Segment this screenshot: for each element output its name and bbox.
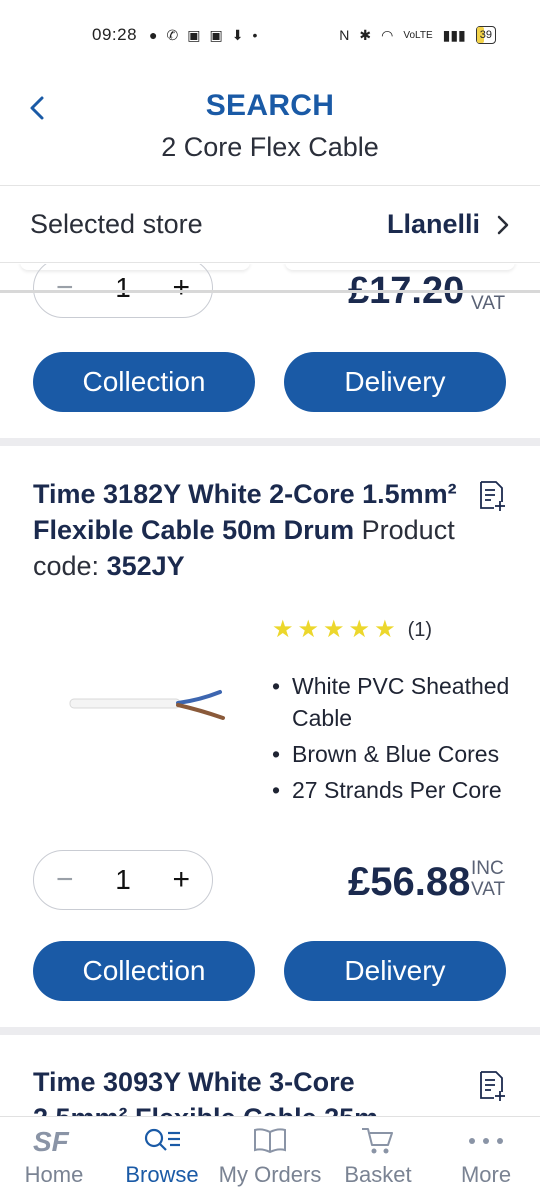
product-name: Time 3093Y White 3-Core 2.5mm² Flexible … — [33, 1067, 378, 1116]
search-results-list[interactable]: − 1 + £17.20 VAT Collection Delivery Tim… — [0, 264, 540, 1116]
quantity-value: 1 — [115, 864, 131, 895]
decrease-button[interactable]: − — [56, 271, 74, 305]
search-query: 2 Core Flex Cable — [161, 132, 379, 162]
rating-count: (1) — [407, 618, 433, 641]
app-header: SEARCH 2 Core Flex Cable — [0, 72, 540, 186]
tab-label: More — [460, 1162, 512, 1187]
status-bar: 09:28 ● ✆ ▣ ▣ ⬇ • N ✱ ◠ VoLTE ▮▮▮ 39 — [0, 0, 540, 70]
product-title[interactable]: Time 3093Y White 3-Core 2.5mm² Flexible … — [33, 1064, 453, 1116]
star-icon: ★ — [297, 616, 320, 643]
star-icon: ★ — [348, 616, 371, 643]
product-price: £56.88 — [348, 860, 471, 904]
star-icon: ★ — [323, 616, 345, 643]
tab-my-orders[interactable]: My Orders — [216, 1117, 324, 1200]
page-title: SEARCH — [205, 89, 335, 122]
product-image[interactable] — [60, 664, 240, 764]
store-label: Selected store — [30, 209, 203, 239]
rating-stars[interactable]: ★ ★ ★ ★ ★ (1) — [272, 618, 432, 642]
product-code: 352JY — [106, 551, 185, 581]
nfc-icon: N — [339, 27, 350, 43]
svg-text:SF: SF — [33, 1126, 70, 1157]
feature-item: Brown & Blue Cores — [272, 738, 522, 770]
collection-button[interactable]: Collection — [33, 941, 255, 1001]
store-name: Llanelli — [386, 209, 480, 239]
cart-icon — [362, 1128, 393, 1154]
tab-label: Browse — [125, 1162, 199, 1187]
card-divider — [0, 1027, 540, 1035]
sf-logo-icon: SF — [33, 1126, 70, 1157]
browse-search-icon — [144, 1128, 180, 1151]
selected-store-row[interactable]: Selected store Llanelli — [0, 187, 540, 263]
header-shadow — [0, 290, 540, 293]
tab-label: Basket — [344, 1162, 412, 1187]
tab-label: Home — [24, 1162, 84, 1187]
tab-browse[interactable]: Browse — [108, 1117, 216, 1200]
star-icon: ★ — [374, 616, 396, 643]
tab-basket[interactable]: Basket — [324, 1117, 432, 1200]
card-divider — [0, 438, 540, 446]
vat-inc: INC — [471, 858, 504, 879]
app-icon-2: ▣ — [209, 26, 223, 43]
download-icon: ⬇ — [231, 26, 244, 43]
bluetooth-icon: ✱ — [359, 26, 372, 43]
book-icon — [254, 1128, 286, 1154]
add-to-list-icon[interactable] — [478, 1070, 506, 1102]
notification-icons: ● ✆ ▣ ▣ ⬇ • — [149, 27, 257, 44]
vat-label: VAT — [471, 293, 506, 314]
tab-home[interactable]: SF Home — [0, 1117, 108, 1200]
volte-icon: VoLTE — [403, 29, 433, 41]
increase-button[interactable]: + — [172, 863, 190, 897]
tab-label: My Orders — [218, 1162, 322, 1187]
feature-list: White PVC Sheathed Cable Brown & Blue Co… — [272, 670, 522, 810]
collection-button[interactable]: Collection — [33, 352, 255, 412]
quantity-value: 1 — [115, 272, 131, 303]
tab-more[interactable]: More — [432, 1117, 540, 1200]
battery-icon: 39 — [475, 26, 496, 44]
missed-call-icon: ✆ — [166, 26, 179, 43]
product-title[interactable]: Time 3182Y White 2-Core 1.5mm² Flexible … — [33, 476, 463, 584]
feature-item: 27 Strands Per Core — [272, 774, 522, 806]
feature-item: White PVC Sheathed Cable — [272, 670, 522, 734]
increase-button[interactable]: + — [172, 271, 190, 305]
wifi-icon: ◠ — [381, 26, 394, 43]
dot-icon: • — [252, 27, 258, 43]
bottom-tab-bar: SF Home Browse My Orders Basket More — [0, 1116, 540, 1200]
vat-text: VAT — [471, 879, 506, 900]
delivery-button[interactable]: Delivery — [284, 352, 506, 412]
chevron-right-icon — [497, 215, 509, 234]
star-icon: ★ — [272, 616, 294, 643]
quantity-stepper[interactable]: − 1 + — [33, 850, 213, 910]
status-time: 09:28 — [92, 25, 138, 44]
signal-icon: ▮▮▮ — [442, 26, 466, 43]
decrease-button[interactable]: − — [56, 863, 74, 897]
delivery-button[interactable]: Delivery — [284, 941, 506, 1001]
add-to-list-icon[interactable] — [478, 480, 506, 512]
more-dots-icon — [469, 1138, 503, 1144]
vat-label: INC VAT — [471, 858, 505, 900]
app-icon: ▣ — [187, 26, 201, 43]
system-icons: N ✱ ◠ VoLTE ▮▮▮ 39 — [339, 26, 496, 44]
chat-icon: ● — [149, 27, 158, 43]
